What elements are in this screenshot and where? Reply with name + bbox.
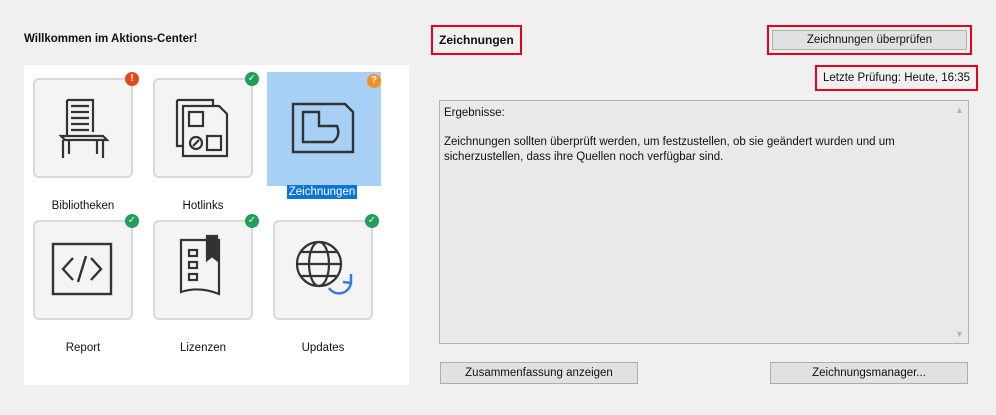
scroll-down-icon[interactable]: ▼ bbox=[955, 329, 964, 339]
drawing-icon bbox=[291, 102, 355, 154]
check-badge-icon: ✓ bbox=[365, 214, 379, 228]
license-icon bbox=[179, 234, 221, 296]
tile-hotlinks[interactable]: ✓ Hotlinks bbox=[153, 72, 259, 212]
code-report-icon bbox=[51, 242, 113, 296]
tile-updates[interactable]: ✓ Updates bbox=[273, 214, 379, 354]
show-summary-button[interactable]: Zusammenfassung anzeigen bbox=[440, 362, 638, 384]
vertical-scrollbar[interactable]: ▲ ▼ bbox=[952, 101, 968, 343]
globe-update-icon bbox=[295, 240, 353, 295]
last-check-status: Letzte Prüfung: Heute, 16:35 bbox=[815, 65, 979, 91]
action-center-panel: ! Bibliotheken ✓ Hotlinks ? Zeichnungen … bbox=[24, 65, 409, 385]
tile-label: Lizenzen bbox=[179, 342, 227, 354]
section-title: Zeichnungen bbox=[431, 25, 522, 55]
results-content: Ergebnisse: Zeichnungen sollten überprüf… bbox=[444, 106, 944, 165]
check-badge-icon: ✓ bbox=[245, 72, 259, 86]
check-badge-icon: ✓ bbox=[245, 214, 259, 228]
tile-report[interactable]: ✓ Report bbox=[33, 214, 139, 354]
tile-label: Zeichnungen bbox=[286, 185, 358, 199]
results-body: Zeichnungen sollten überprüft werden, um… bbox=[444, 136, 895, 163]
tile-lizenzen[interactable]: ✓ Lizenzen bbox=[153, 214, 259, 354]
drawing-manager-button[interactable]: Zeichnungsmanager... bbox=[770, 362, 968, 384]
hotlink-documents-icon bbox=[175, 98, 229, 158]
tile-label: Hotlinks bbox=[182, 200, 224, 212]
check-drawings-button[interactable]: Zeichnungen überprüfen bbox=[772, 30, 967, 50]
tile-bibliotheken[interactable]: ! Bibliotheken bbox=[33, 72, 139, 212]
scroll-up-icon[interactable]: ▲ bbox=[955, 105, 964, 115]
tile-label: Bibliotheken bbox=[51, 200, 115, 212]
chair-icon bbox=[58, 98, 110, 158]
results-textbox[interactable]: Ergebnisse: Zeichnungen sollten überprüf… bbox=[439, 100, 969, 344]
tile-label: Updates bbox=[301, 342, 345, 354]
error-badge-icon: ! bbox=[125, 72, 139, 86]
check-button-frame: Zeichnungen überprüfen bbox=[767, 25, 972, 55]
welcome-title: Willkommen im Aktions-Center! bbox=[24, 33, 198, 45]
check-badge-icon: ✓ bbox=[125, 214, 139, 228]
tile-label: Report bbox=[65, 342, 101, 354]
warning-badge-icon: ? bbox=[367, 74, 381, 88]
tile-zeichnungen[interactable]: ? Zeichnungen bbox=[267, 72, 381, 199]
results-heading: Ergebnisse: bbox=[444, 107, 505, 119]
